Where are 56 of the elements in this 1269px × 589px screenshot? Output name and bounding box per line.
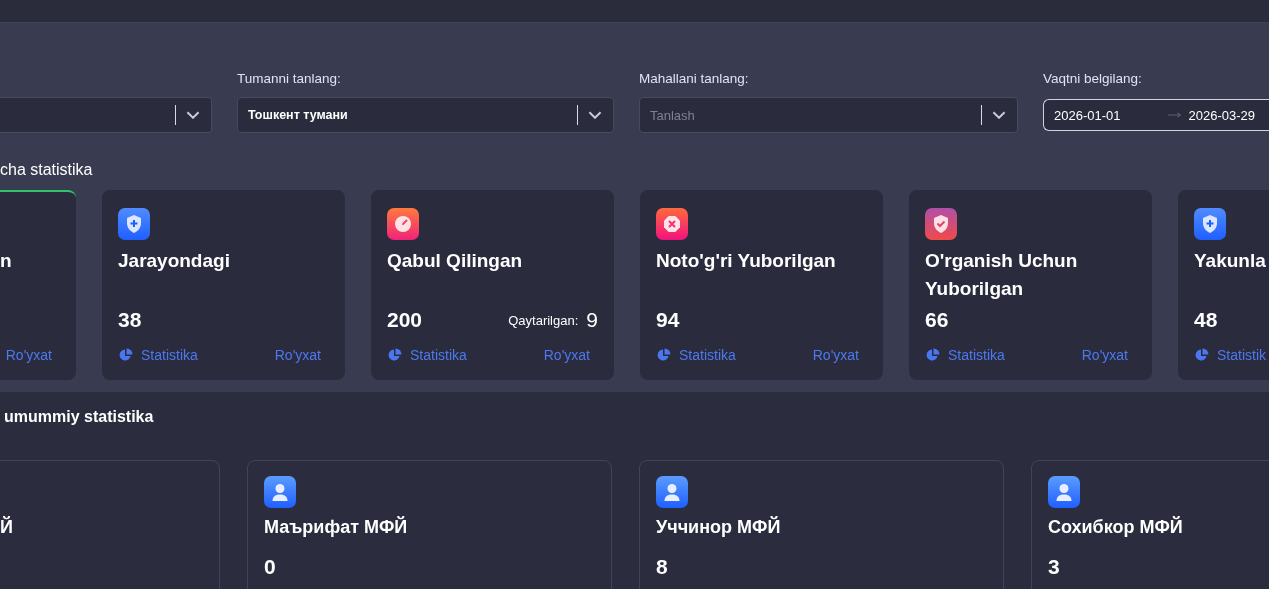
- shield-icon: [925, 208, 957, 240]
- person-icon: [656, 476, 688, 508]
- returned-label: Qaytarilgan:: [508, 312, 579, 328]
- select-field[interactable]: Tanlash: [639, 97, 1018, 133]
- pie-chart-icon: [118, 347, 134, 363]
- card-title: Qabul Qilingan: [387, 250, 523, 271]
- card-value: 8: [656, 555, 668, 578]
- statistics-link[interactable]: Statistika: [925, 347, 1005, 363]
- list-link[interactable]: Ro'yxat: [812, 347, 859, 363]
- statistics-link[interactable]: Statistika: [656, 347, 736, 363]
- card-title: Сохибкор МФЙ: [1048, 517, 1183, 537]
- shield-icon: [118, 208, 150, 240]
- list-link[interactable]: Ro'yxat: [5, 347, 52, 363]
- card-value: 0: [264, 555, 276, 578]
- pie-chart-icon: [387, 347, 403, 363]
- gauge-icon: [387, 208, 419, 240]
- card-title: Й: [0, 517, 13, 537]
- card-value: 94: [656, 308, 680, 332]
- card-value: 66: [925, 308, 949, 332]
- pie-chart-icon: [1194, 347, 1210, 363]
- card-title: n: [0, 250, 12, 271]
- pie-chart-icon: [656, 347, 672, 363]
- person-icon: [1048, 476, 1080, 508]
- chevron-down-icon: [186, 111, 200, 119]
- arrow-right-icon: [1166, 112, 1181, 118]
- statistics-link[interactable]: Statistika: [387, 347, 467, 363]
- card-value: 48: [1194, 308, 1218, 332]
- select-field[interactable]: Тошкент тумани: [237, 97, 614, 133]
- select-field[interactable]: [0, 97, 212, 133]
- field-label: Tumanni tanlang:: [237, 71, 341, 86]
- list-link[interactable]: Ro'yxat: [543, 347, 590, 363]
- card-title: Маърифат МФЙ: [264, 517, 408, 537]
- card-title: O'rganish Uchun Yuborilgan: [925, 250, 1078, 299]
- stop-icon: [656, 208, 688, 240]
- card-value: 38: [118, 308, 142, 332]
- statistics-link[interactable]: Statistik: [1194, 347, 1266, 363]
- card-value: 3: [1048, 555, 1060, 578]
- chevron-down-icon: [588, 111, 602, 119]
- date-range-field[interactable]: 2026-01-01 2026-03-29: [1043, 99, 1269, 131]
- section-heading: umummiy statistika: [4, 408, 154, 425]
- card-title: Уччинор МФЙ: [656, 517, 781, 537]
- list-link[interactable]: Ro'yxat: [1081, 347, 1128, 363]
- section-heading: cha statistika: [0, 161, 93, 178]
- card-title: Yakunla: [1194, 250, 1266, 271]
- card-title: Noto'g'ri Yuborilgan: [656, 250, 836, 271]
- card-title: Jarayondagi: [118, 250, 230, 271]
- returned-value: 9: [586, 308, 598, 332]
- shield-icon: [1194, 208, 1226, 240]
- pie-chart-icon: [925, 347, 941, 363]
- statistics-link[interactable]: Statistika: [118, 347, 198, 363]
- person-icon: [264, 476, 296, 508]
- field-label: Vaqtni belgilang:: [1043, 71, 1142, 86]
- field-label: Mahallani tanlang:: [639, 71, 749, 86]
- chevron-down-icon: [992, 111, 1006, 119]
- card-value: 200: [387, 308, 423, 332]
- list-link[interactable]: Ro'yxat: [274, 347, 321, 363]
